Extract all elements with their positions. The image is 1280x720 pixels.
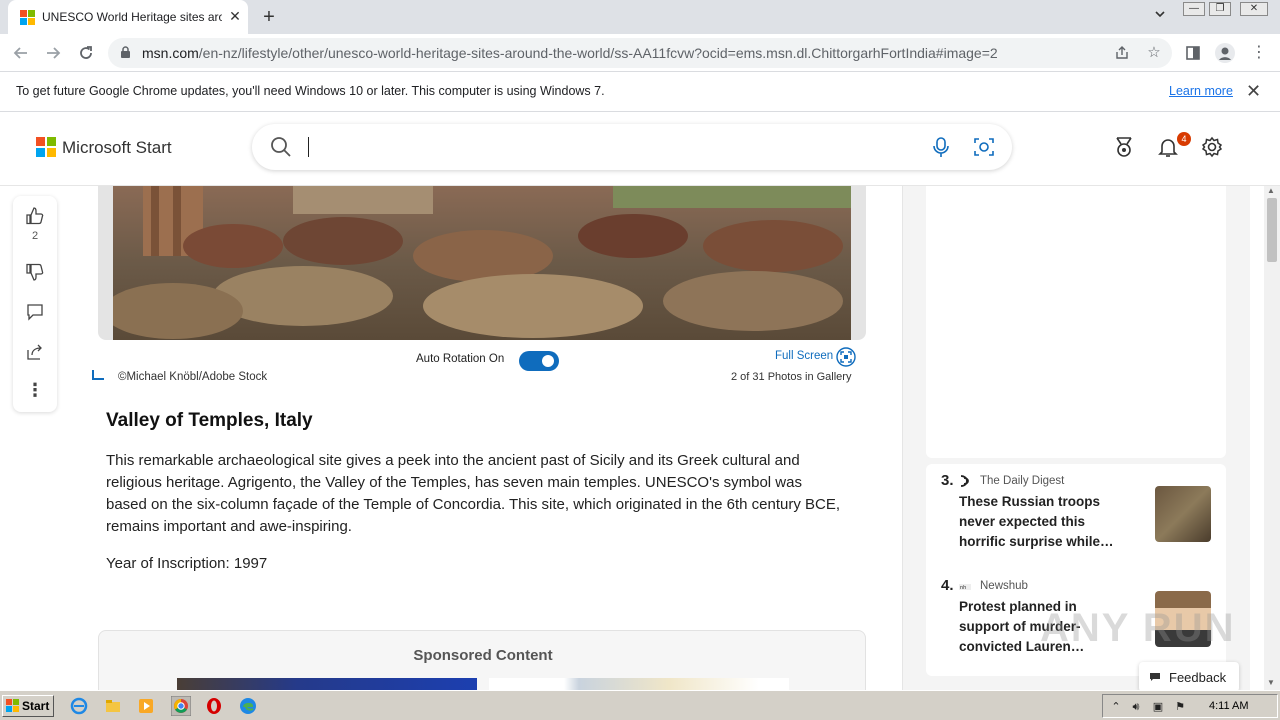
address-bar[interactable]: msn.com/en-nz/lifestyle/other/unesco-wor… (108, 38, 1172, 68)
restore-button[interactable]: ❐ (1209, 2, 1231, 16)
media-player-icon[interactable] (137, 697, 155, 715)
toggle-knob (542, 355, 554, 367)
credit-corner-icon (92, 370, 104, 380)
windows-taskbar: Start ⌃ 🔊︎ ▣ ⚑ 4:11 AM (0, 690, 1280, 720)
microsoft-logo-icon[interactable] (36, 137, 56, 157)
windows-logo-icon (6, 699, 20, 713)
url-text[interactable]: msn.com/en-nz/lifestyle/other/unesco-wor… (142, 45, 998, 61)
more-options-icon[interactable]: ⋮ (25, 380, 45, 400)
edge-icon[interactable] (239, 697, 257, 715)
feedback-label: Feedback (1169, 670, 1227, 685)
gallery-counter: 2 of 31 Photos in Gallery (731, 371, 852, 383)
search-icon (271, 137, 291, 157)
learn-more-link[interactable]: Learn more (1169, 84, 1233, 98)
trending-source[interactable]: Newshub (980, 580, 1028, 592)
action-center-flag-icon[interactable]: ⚑ (1173, 700, 1187, 714)
profile-avatar-icon[interactable] (1214, 42, 1236, 64)
settings-gear-icon[interactable] (1201, 136, 1223, 158)
slide-description: This remarkable archaeological site give… (106, 452, 841, 535)
volume-icon[interactable]: 🔊︎ (1129, 700, 1143, 714)
text-caret (308, 137, 309, 157)
browser-menu-icon[interactable]: ⋮ (1248, 42, 1270, 64)
rewards-icon[interactable] (1113, 136, 1135, 158)
notification-badge: 4 (1177, 132, 1191, 146)
update-infobar: To get future Google Chrome updates, you… (0, 72, 1280, 112)
tab-strip: UNESCO World Heritage sites around ✕ + —… (0, 0, 1280, 34)
scroll-up-icon[interactable]: ▲ (1267, 186, 1275, 195)
auto-rotation-toggle[interactable] (519, 351, 559, 371)
full-screen-link[interactable]: Full Screen (775, 350, 833, 362)
system-tray: ⌃ 🔊︎ ▣ ⚑ 4:11 AM (1102, 694, 1278, 718)
anyrun-watermark: ANY RUN (1040, 606, 1236, 650)
browser-toolbar: msn.com/en-nz/lifestyle/other/unesco-wor… (0, 34, 1280, 72)
svg-text:nh: nh (960, 585, 966, 591)
url-path: /en-nz/lifestyle/other/unesco-world-heri… (198, 45, 998, 61)
ad-panel (926, 186, 1226, 458)
newshub-logo-icon: nh (959, 584, 971, 591)
start-button[interactable]: Start (2, 695, 54, 717)
url-host: msn.com (142, 45, 199, 61)
slide-image-frame (98, 186, 866, 340)
back-icon[interactable] (10, 42, 32, 64)
infobar-close-icon[interactable]: ✕ (1246, 81, 1261, 102)
notifications-bell-icon[interactable] (1157, 136, 1179, 158)
trending-rank: 4. (941, 577, 954, 594)
tab-title: UNESCO World Heritage sites around (42, 10, 222, 24)
feedback-button[interactable]: Feedback (1139, 662, 1239, 692)
full-screen-icon[interactable] (836, 347, 856, 367)
scroll-down-icon[interactable]: ▼ (1267, 678, 1275, 687)
like-thumbs-up-icon[interactable] (25, 206, 45, 226)
infobar-message: To get future Google Chrome updates, you… (16, 84, 605, 98)
internet-explorer-icon[interactable] (70, 697, 88, 715)
minimize-button[interactable]: — (1183, 2, 1205, 16)
reactions-rail: 2 ⋮ (13, 196, 57, 412)
trending-source[interactable]: The Daily Digest (980, 475, 1064, 487)
feedback-icon (1150, 673, 1160, 681)
start-label: Start (22, 699, 50, 713)
comment-icon[interactable] (25, 302, 45, 322)
trending-rank: 3. (941, 472, 954, 489)
new-tab-button[interactable]: + (258, 6, 280, 28)
share-icon[interactable] (1112, 43, 1132, 63)
network-icon[interactable]: ▣ (1151, 700, 1165, 714)
like-count: 2 (31, 230, 39, 242)
inscription-year: Year of Inscription: 1997 (106, 555, 268, 572)
chrome-icon[interactable] (171, 696, 191, 716)
page-scrollbar[interactable]: ▲ ▼ (1264, 186, 1280, 690)
scroll-thumb[interactable] (1267, 198, 1277, 262)
dislike-thumbs-down-icon[interactable] (25, 262, 45, 282)
auto-rotation-label: Auto Rotation On (416, 353, 505, 365)
sponsored-title: Sponsored Content (413, 647, 553, 664)
photo-credit: ©Michael Knöbl/Adobe Stock (118, 371, 268, 383)
trending-thumbnail[interactable] (1155, 486, 1211, 542)
msn-favicon-icon (20, 10, 36, 26)
microphone-icon[interactable] (930, 136, 952, 158)
side-panel-icon[interactable] (1182, 42, 1204, 64)
browser-tab[interactable]: UNESCO World Heritage sites around ✕ (8, 0, 248, 34)
visual-search-icon[interactable] (973, 136, 995, 158)
tray-expand-icon[interactable]: ⌃ (1109, 700, 1123, 714)
taskbar-clock[interactable]: 4:11 AM (1209, 700, 1249, 712)
close-window-button[interactable]: ✕ (1240, 2, 1268, 16)
trending-headline[interactable]: These Russian troops never expected this… (959, 492, 1119, 552)
tab-search-icon[interactable] (1150, 8, 1170, 26)
daily-digest-logo-icon (960, 475, 969, 487)
brand-name[interactable]: Microsoft Start (62, 138, 172, 158)
forward-icon[interactable] (42, 42, 64, 64)
opera-icon[interactable] (205, 697, 223, 715)
msn-header: Microsoft Start 4 (0, 112, 1280, 186)
lock-icon[interactable] (120, 46, 131, 59)
reload-icon[interactable] (75, 42, 97, 64)
slide-title: Valley of Temples, Italy (106, 410, 313, 431)
valley-of-temples-photo[interactable] (113, 186, 851, 340)
search-input[interactable] (252, 124, 1012, 170)
tab-close-icon[interactable]: ✕ (226, 7, 244, 25)
bookmark-star-icon[interactable]: ☆ (1144, 43, 1164, 63)
share-icon[interactable] (25, 342, 45, 362)
file-explorer-icon[interactable] (104, 697, 122, 715)
